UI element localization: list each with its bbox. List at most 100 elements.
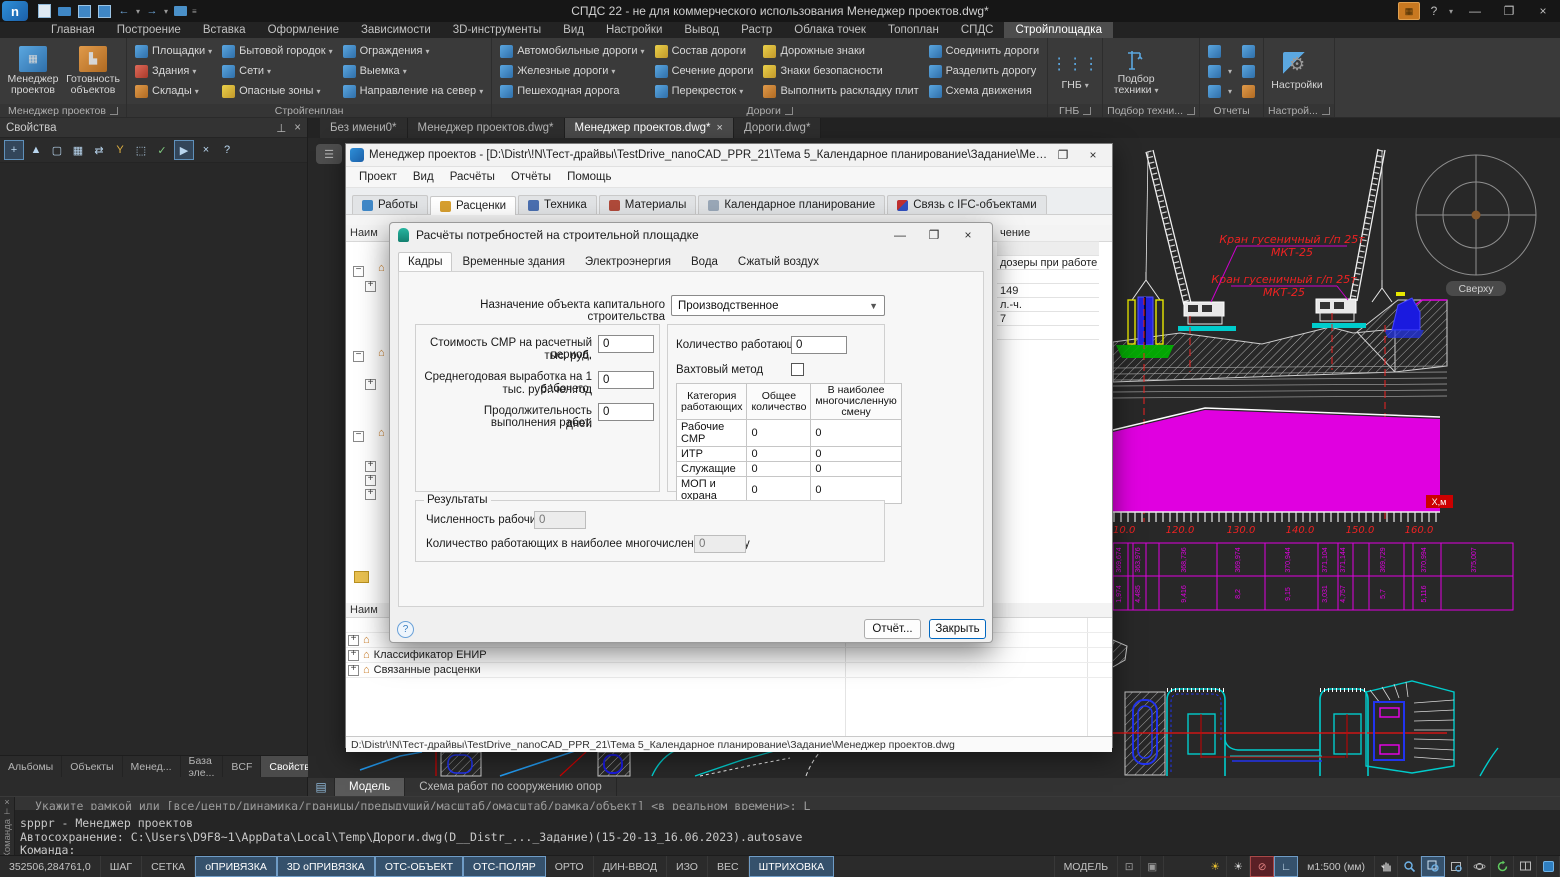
toggle-ves[interactable]: ВЕС bbox=[708, 856, 749, 877]
project-manager-button[interactable]: ▦ Менеджер проектов bbox=[4, 44, 62, 98]
ribbon-tab-vid[interactable]: Вид bbox=[552, 22, 595, 38]
pan-icon[interactable] bbox=[1375, 856, 1398, 877]
select-add-icon[interactable]: + bbox=[4, 140, 24, 160]
avtomobilnye-dorogi-button[interactable]: Автомобильные дороги bbox=[500, 43, 644, 60]
dialog-title-bar[interactable]: Расчёты потребностей на строительной пло… bbox=[390, 223, 992, 247]
sheet-list-icon[interactable]: ▤ bbox=[308, 778, 335, 796]
layout-tab-model[interactable]: Модель bbox=[335, 778, 405, 796]
workers-category-table[interactable]: Категория работающих Общее количество В … bbox=[676, 383, 902, 504]
sostav-dorogi-button[interactable]: Состав дороги bbox=[655, 43, 754, 60]
seti-button[interactable]: Сети bbox=[222, 63, 332, 80]
znaki-bezopasnosti-button[interactable]: Знаки безопасности bbox=[763, 63, 918, 80]
dialog-tab-kadry[interactable]: Кадры bbox=[398, 252, 452, 271]
toggle-setka[interactable]: СЕТКА bbox=[142, 856, 195, 877]
print-icon[interactable] bbox=[172, 4, 188, 19]
toggle-izo[interactable]: ИЗО bbox=[667, 856, 708, 877]
nastroyki-button[interactable]: ⚙ Настройки bbox=[1268, 50, 1326, 93]
group-label[interactable]: Менеджер проектов bbox=[0, 104, 126, 117]
dialog-tab-szhaty-vozdukh[interactable]: Сжатый воздух bbox=[728, 252, 829, 271]
skhema-dvizheniya-button[interactable]: Схема движения bbox=[929, 83, 1039, 100]
ribbon-tab-spds[interactable]: СПДС bbox=[950, 22, 1005, 38]
swap-select-icon[interactable]: ⇄ bbox=[90, 141, 108, 159]
pm-title-bar[interactable]: Менеджер проектов - [D:\Distr\!N\Тест-др… bbox=[346, 144, 1112, 167]
toggle-din-vvod[interactable]: ДИН-ВВОД bbox=[594, 856, 667, 877]
pm-tab-kalendarnoe[interactable]: Календарное планирование bbox=[698, 195, 885, 214]
dialog-minimize-button[interactable]: — bbox=[884, 225, 916, 245]
save-icon[interactable] bbox=[76, 4, 92, 19]
doc-tab-manager-2[interactable]: Менеджер проектов.dwg*× bbox=[565, 118, 734, 138]
dialog-launcher-icon[interactable] bbox=[1187, 107, 1195, 115]
tab-menedzher[interactable]: Менед... bbox=[123, 756, 181, 777]
napravlenie-na-sever-button[interactable]: Направление на север bbox=[343, 83, 484, 100]
purpose-combobox[interactable]: Производственное▼ bbox=[671, 295, 885, 316]
dialog-help-icon[interactable]: ? bbox=[397, 621, 414, 638]
close-doc-icon[interactable]: × bbox=[717, 122, 723, 134]
report-sheet-button[interactable] bbox=[1242, 63, 1255, 80]
smr-cost-input[interactable]: 0 bbox=[598, 335, 654, 353]
filter-icon[interactable]: Y bbox=[111, 141, 129, 159]
pm-close-button[interactable]: × bbox=[1078, 145, 1108, 165]
razdelit-dorogu-button[interactable]: Разделить дорогу bbox=[929, 63, 1039, 80]
ribbon-tab-vstavka[interactable]: Вставка bbox=[192, 22, 257, 38]
table-row[interactable]: Рабочие СМР00 bbox=[677, 420, 902, 447]
doc-tab-bez-imeni[interactable]: Без имени0* bbox=[320, 118, 408, 138]
ribbon-tab-stroyploshchadka[interactable]: Стройплощадка bbox=[1004, 22, 1113, 38]
pm-tab-ifc[interactable]: Связь с IFC-объектами bbox=[887, 195, 1046, 214]
menu-pomoshch[interactable]: Помощь bbox=[560, 171, 618, 183]
annotation-visibility-bulb-icon[interactable]: ☀ bbox=[1227, 856, 1250, 877]
menu-vid[interactable]: Вид bbox=[406, 171, 441, 183]
help-dropdown-icon[interactable]: ▾ bbox=[1444, 0, 1458, 22]
menu-proekt[interactable]: Проект bbox=[352, 171, 404, 183]
ograzhdeniya-button[interactable]: Ограждения bbox=[343, 43, 484, 60]
cursor-icon[interactable]: ▲ bbox=[27, 141, 45, 159]
toggle-shtrikhovka[interactable]: ШТРИХОВКА bbox=[749, 856, 835, 877]
sklady-button[interactable]: Склады bbox=[135, 83, 212, 100]
toggle-shag[interactable]: ШАГ bbox=[101, 856, 142, 877]
peshekhodnaya-doroga-button[interactable]: Пешеходная дорога bbox=[500, 83, 644, 100]
dialog-maximize-button[interactable]: ❐ bbox=[918, 225, 950, 245]
shift-method-checkbox[interactable] bbox=[791, 363, 804, 376]
regen-icon[interactable] bbox=[1491, 856, 1514, 877]
open-file-icon[interactable] bbox=[56, 4, 72, 19]
zdaniya-button[interactable]: Здания bbox=[135, 63, 212, 80]
dialog-tab-elektroenergiya[interactable]: Электроэнергия bbox=[575, 252, 681, 271]
undo-icon[interactable]: ← bbox=[116, 4, 132, 19]
report-specification-button[interactable] bbox=[1208, 83, 1232, 100]
minimize-button[interactable]: — bbox=[1458, 0, 1492, 22]
model-space-label[interactable]: МОДЕЛЬ bbox=[1054, 856, 1119, 877]
restore-button[interactable]: ❐ bbox=[1492, 0, 1526, 22]
ribbon-tab-oblaka[interactable]: Облака точек bbox=[783, 22, 877, 38]
undo-dropdown-icon[interactable]: ▾ bbox=[136, 7, 140, 16]
report-table-button[interactable] bbox=[1242, 83, 1255, 100]
annotation-monitor-icon[interactable]: ▣ bbox=[1141, 856, 1164, 877]
window-select-icon[interactable]: ▢ bbox=[48, 141, 66, 159]
gnb-button[interactable]: ⋮⋮⋮ ГНБ bbox=[1052, 50, 1098, 93]
value-col-header[interactable]: чение bbox=[997, 225, 1099, 242]
podbor-tekhniki-button[interactable]: Подбор техники bbox=[1107, 44, 1165, 98]
dorozhnye-znaki-button[interactable]: Дорожные знаки bbox=[763, 43, 918, 60]
tab-bcf[interactable]: BCF bbox=[223, 756, 261, 777]
group-label[interactable]: Дороги bbox=[492, 104, 1047, 117]
report-objects-button[interactable] bbox=[1208, 63, 1232, 80]
close-dialog-button[interactable]: Закрыть bbox=[929, 619, 986, 639]
close-icon[interactable]: × bbox=[4, 797, 9, 807]
toggle-ots-obekt[interactable]: ОТС-ОБЪЕКТ bbox=[375, 856, 463, 877]
layout-tab-scheme[interactable]: Схема работ по сооружению опор bbox=[405, 778, 617, 796]
ploshchadki-button[interactable]: Площадки bbox=[135, 43, 212, 60]
dialog-launcher-icon[interactable] bbox=[1322, 107, 1330, 115]
duration-input[interactable]: 0 bbox=[598, 403, 654, 421]
dialog-close-button[interactable]: × bbox=[952, 225, 984, 245]
confirm-icon[interactable]: ✓ bbox=[153, 141, 171, 159]
menu-raschyoty[interactable]: Расчёты bbox=[443, 171, 502, 183]
workers-count-input[interactable]: 0 bbox=[791, 336, 847, 354]
dialog-launcher-icon[interactable] bbox=[1083, 107, 1091, 115]
dialog-launcher-icon[interactable] bbox=[110, 107, 118, 115]
ribbon-tab-oformlenie[interactable]: Оформление bbox=[257, 22, 350, 38]
dialog-launcher-icon[interactable] bbox=[785, 107, 793, 115]
ribbon-tab-zavisimosti[interactable]: Зависимости bbox=[350, 22, 442, 38]
vyemka-button[interactable]: Выемка bbox=[343, 63, 484, 80]
dialog-tab-voda[interactable]: Вода bbox=[681, 252, 728, 271]
help-icon[interactable]: ? bbox=[1424, 0, 1444, 22]
menu-otchyoty[interactable]: Отчёты bbox=[504, 171, 558, 183]
perekrestok-button[interactable]: Перекресток bbox=[655, 83, 754, 100]
